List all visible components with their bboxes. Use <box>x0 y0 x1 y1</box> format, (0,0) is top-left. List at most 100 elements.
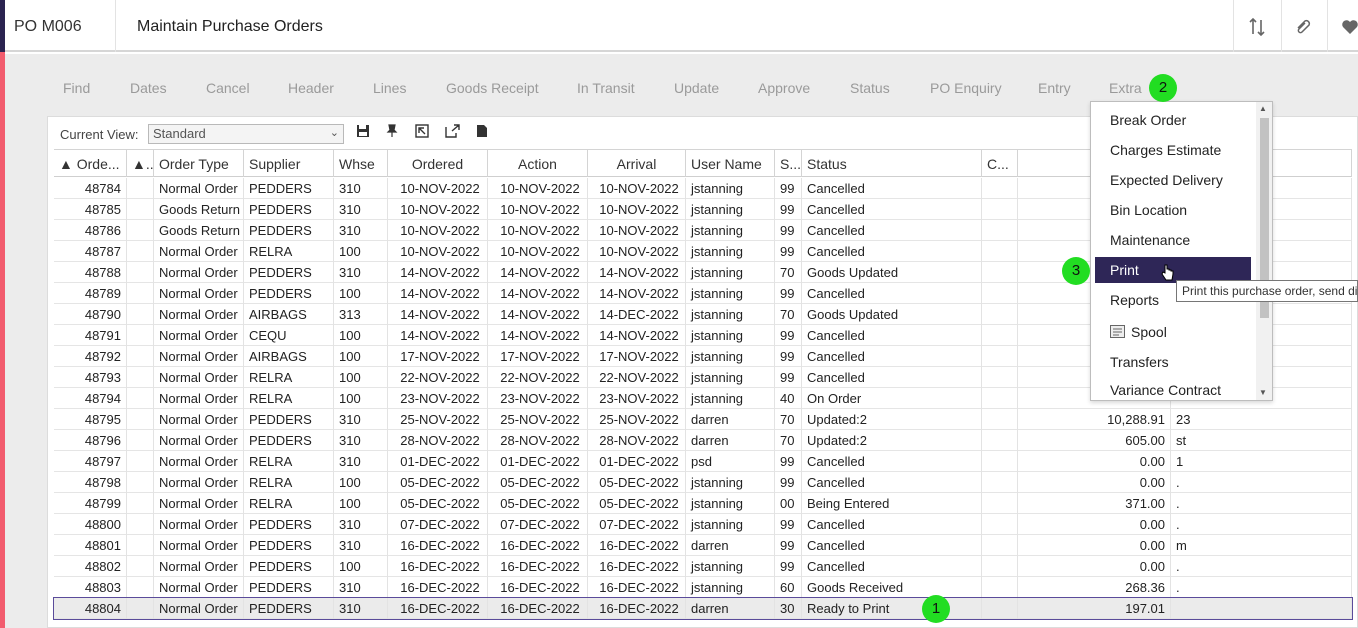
cell-extra: . <box>1171 493 1352 514</box>
cell-extra: . <box>1171 556 1352 577</box>
cell-order-no: 48798 <box>54 472 127 493</box>
column-header-order-type[interactable]: Order Type <box>154 149 244 177</box>
cell-status: Being Entered <box>802 493 982 514</box>
table-row[interactable]: 48797 Normal Order RELRA 310 01-DEC-2022 01-D… <box>54 451 1352 472</box>
scroll-down-icon[interactable]: ▼ <box>1259 388 1267 397</box>
cell-ordered: 05-DEC-2022 <box>388 493 488 514</box>
cell-ordered: 22-NOV-2022 <box>388 367 488 388</box>
cell-whse: 310 <box>334 220 388 241</box>
cell-sort2 <box>127 283 154 304</box>
menu-item-maintenance[interactable]: Maintenance <box>1095 227 1251 253</box>
column-header-c[interactable]: C... <box>982 149 1018 177</box>
cell-ordered: 14-NOV-2022 <box>388 325 488 346</box>
current-view-select[interactable]: Standard ⌄ <box>148 124 344 144</box>
column-header-user-name[interactable]: User Name <box>686 149 775 177</box>
menu-approve[interactable]: Approve <box>758 80 810 96</box>
menu-goods-receipt[interactable]: Goods Receipt <box>446 80 539 96</box>
menu-item-variance-contract[interactable]: Variance Contract <box>1095 377 1251 400</box>
cell-extra: . <box>1171 472 1352 493</box>
pin-icon[interactable] <box>384 124 400 140</box>
column-header-status[interactable]: Status <box>802 149 982 177</box>
menu-item-spool[interactable]: Spool <box>1095 319 1251 345</box>
column-header-s[interactable]: S... <box>775 149 802 177</box>
menu-extra[interactable]: Extra <box>1109 80 1142 96</box>
cell-s-code: 30 <box>775 598 802 619</box>
document-icon[interactable] <box>474 124 490 140</box>
cell-ordered: 16-DEC-2022 <box>388 535 488 556</box>
cell-action: 16-DEC-2022 <box>488 556 588 577</box>
menu-header[interactable]: Header <box>288 80 334 96</box>
cell-ordered: 14-NOV-2022 <box>388 262 488 283</box>
cell-user-name: jstanning <box>686 514 775 535</box>
cell-c-flag <box>982 577 1018 598</box>
cell-user-name: jstanning <box>686 325 775 346</box>
heart-icon[interactable] <box>1339 16 1358 38</box>
cell-order-type: Normal Order <box>154 472 244 493</box>
menu-item-break-order[interactable]: Break Order <box>1095 107 1251 133</box>
cell-sort2 <box>127 241 154 262</box>
column-header-ordered[interactable]: Ordered <box>388 149 488 177</box>
header-divider <box>1327 0 1328 52</box>
cell-arrival: 10-NOV-2022 <box>588 199 686 220</box>
table-row[interactable]: 48801 Normal Order PEDDERS 310 16-DEC-2022 16… <box>54 535 1352 556</box>
program-code: PO M006 <box>14 18 82 35</box>
cell-whse: 310 <box>334 262 388 283</box>
table-row[interactable]: 48798 Normal Order RELRA 100 05-DEC-2022 05-D… <box>54 472 1352 493</box>
column-header-order[interactable]: ▲ Orde... <box>54 149 127 177</box>
menu-find[interactable]: Find <box>63 80 90 96</box>
table-row[interactable]: 48795 Normal Order PEDDERS 310 25-NOV-2022 25… <box>54 409 1352 430</box>
cell-supplier: PEDDERS <box>244 535 334 556</box>
table-row[interactable]: 48799 Normal Order RELRA 100 05-DEC-2022 05-D… <box>54 493 1352 514</box>
table-row[interactable]: 48802 Normal Order PEDDERS 100 16-DEC-2022 16… <box>54 556 1352 577</box>
cell-c-flag <box>982 325 1018 346</box>
menu-po-enquiry[interactable]: PO Enquiry <box>930 80 1002 96</box>
table-row[interactable]: 48800 Normal Order PEDDERS 310 07-DEC-2022 07… <box>54 514 1352 535</box>
cell-user-name: darren <box>686 409 775 430</box>
export-icon[interactable] <box>444 124 460 140</box>
menu-item-bin-location[interactable]: Bin Location <box>1095 197 1251 223</box>
paperclip-icon[interactable] <box>1293 16 1315 38</box>
column-header-arrival[interactable]: Arrival <box>588 149 686 177</box>
menu-lines[interactable]: Lines <box>373 80 406 96</box>
cell-arrival: 01-DEC-2022 <box>588 451 686 472</box>
cell-action: 10-NOV-2022 <box>488 199 588 220</box>
menu-item-transfers[interactable]: Transfers <box>1095 349 1251 375</box>
column-header-supplier[interactable]: Supplier <box>244 149 334 177</box>
menu-status[interactable]: Status <box>850 80 890 96</box>
cell-arrival: 16-DEC-2022 <box>588 598 686 619</box>
menu-item-charges-estimate[interactable]: Charges Estimate <box>1095 137 1251 163</box>
menu-dates[interactable]: Dates <box>130 80 167 96</box>
cell-s-code: 60 <box>775 577 802 598</box>
save-icon[interactable] <box>355 124 371 140</box>
cell-c-flag <box>982 472 1018 493</box>
menu-cancel[interactable]: Cancel <box>206 80 250 96</box>
column-header-action[interactable]: Action <box>488 149 588 177</box>
column-header-whse[interactable]: Whse <box>334 149 388 177</box>
menu-in-transit[interactable]: In Transit <box>577 80 635 96</box>
sort-arrows-icon[interactable] <box>1246 16 1268 38</box>
step-badge-2: 2 <box>1149 74 1177 102</box>
cell-s-code: 99 <box>775 367 802 388</box>
table-row[interactable]: 48804 Normal Order PEDDERS 310 16-DEC-2022 16… <box>53 597 1353 620</box>
cell-order-type: Normal Order <box>154 598 244 619</box>
menu-entry[interactable]: Entry <box>1038 80 1071 96</box>
cell-supplier: PEDDERS <box>244 199 334 220</box>
table-row[interactable]: 48803 Normal Order PEDDERS 310 16-DEC-2022 16… <box>54 577 1352 598</box>
column-header-sort2[interactable]: ▲.. <box>127 149 154 177</box>
cell-order-type: Normal Order <box>154 430 244 451</box>
spool-icon <box>1110 320 1125 346</box>
menu-update[interactable]: Update <box>674 80 719 96</box>
cell-action: 10-NOV-2022 <box>488 178 588 199</box>
cell-sort2 <box>127 493 154 514</box>
menu-item-expected-delivery[interactable]: Expected Delivery <box>1095 167 1251 193</box>
table-row[interactable]: 48796 Normal Order PEDDERS 310 28-NOV-2022 28… <box>54 430 1352 451</box>
cell-sort2 <box>127 304 154 325</box>
cell-user-name: jstanning <box>686 304 775 325</box>
cell-supplier: PEDDERS <box>244 430 334 451</box>
cell-s-code: 99 <box>775 472 802 493</box>
restore-icon[interactable] <box>414 124 430 140</box>
dropdown-scrollbar[interactable]: ▲ ▼ <box>1256 102 1272 400</box>
cell-order-type: Normal Order <box>154 283 244 304</box>
cell-action: 05-DEC-2022 <box>488 493 588 514</box>
scroll-up-icon[interactable]: ▲ <box>1259 104 1267 113</box>
